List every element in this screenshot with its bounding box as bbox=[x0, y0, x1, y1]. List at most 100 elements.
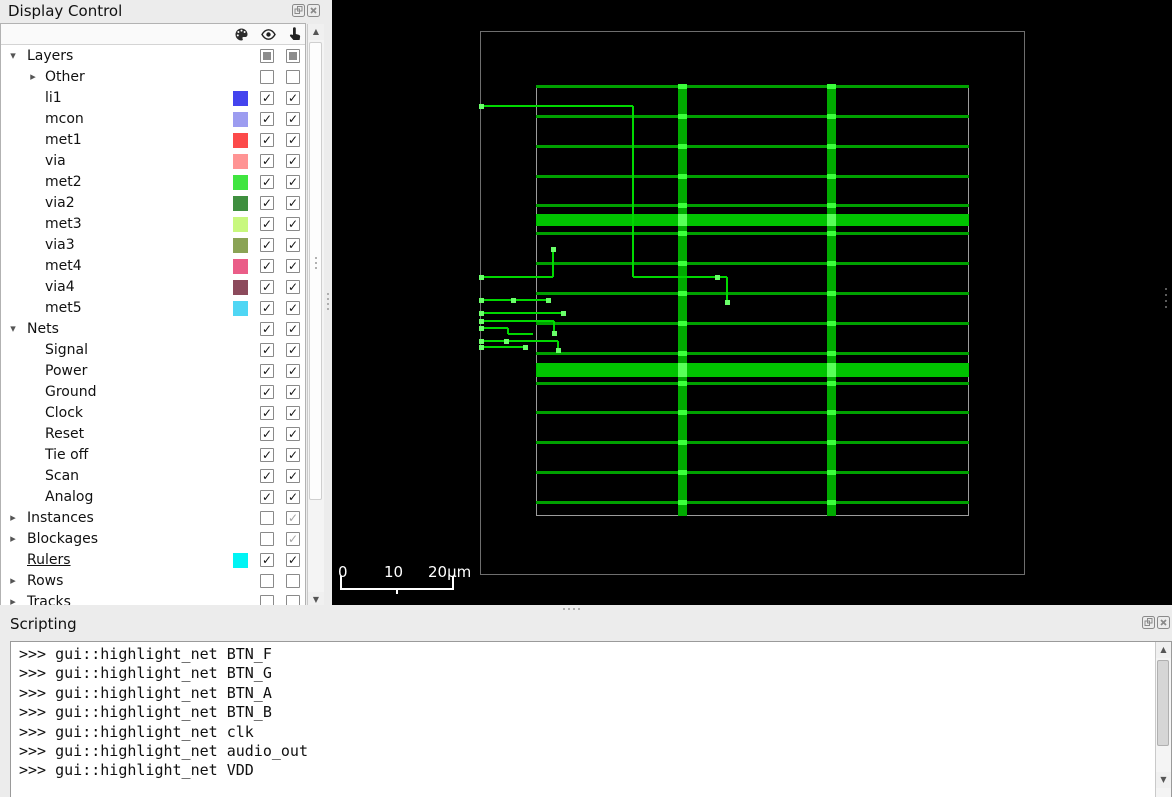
selectable-checkbox-blockages[interactable]: ✓ bbox=[286, 532, 300, 546]
selectable-checkbox-met1[interactable]: ✓ bbox=[286, 133, 300, 147]
selectable-checkbox-met2[interactable]: ✓ bbox=[286, 175, 300, 189]
visibility-checkbox-li1[interactable]: ✓ bbox=[260, 91, 274, 105]
console-scrollbar[interactable]: ▲ ▼ bbox=[1155, 642, 1171, 797]
tree-row-rulers[interactable]: Rulers ✓ ✓ bbox=[1, 550, 305, 571]
visibility-checkbox-met4[interactable]: ✓ bbox=[260, 259, 274, 273]
selectable-checkbox-ground[interactable]: ✓ bbox=[286, 385, 300, 399]
tree-row-signal[interactable]: Signal ✓ ✓ bbox=[1, 340, 305, 361]
visibility-checkbox-other[interactable] bbox=[260, 70, 274, 84]
visibility-checkbox-nets[interactable]: ✓ bbox=[260, 322, 274, 336]
visibility-checkbox-blockages[interactable] bbox=[260, 532, 274, 546]
tree-row-via3[interactable]: via3 ✓ ✓ bbox=[1, 235, 305, 256]
selectable-checkbox-analog[interactable]: ✓ bbox=[286, 490, 300, 504]
tree-row-clock[interactable]: Clock ✓ ✓ bbox=[1, 403, 305, 424]
color-swatch-met3[interactable] bbox=[233, 217, 248, 232]
collapse-arrow-icon[interactable]: ▾ bbox=[7, 49, 19, 62]
visibility-checkbox-met1[interactable]: ✓ bbox=[260, 133, 274, 147]
selectable-checkbox-li1[interactable]: ✓ bbox=[286, 91, 300, 105]
tree-row-met3[interactable]: met3 ✓ ✓ bbox=[1, 214, 305, 235]
selectable-checkbox-clock[interactable]: ✓ bbox=[286, 406, 300, 420]
color-swatch-via4[interactable] bbox=[233, 280, 248, 295]
float-window-icon[interactable] bbox=[292, 4, 305, 17]
selectable-checkbox-scan[interactable]: ✓ bbox=[286, 469, 300, 483]
tree-row-met2[interactable]: met2 ✓ ✓ bbox=[1, 172, 305, 193]
visibility-checkbox-tie-off[interactable]: ✓ bbox=[260, 448, 274, 462]
visibility-checkbox-rulers[interactable]: ✓ bbox=[260, 553, 274, 567]
selectable-checkbox-tie-off[interactable]: ✓ bbox=[286, 448, 300, 462]
tree-row-tie-off[interactable]: Tie off ✓ ✓ bbox=[1, 445, 305, 466]
tree-row-via2[interactable]: via2 ✓ ✓ bbox=[1, 193, 305, 214]
visibility-checkbox-rows[interactable] bbox=[260, 574, 274, 588]
float-window-icon[interactable] bbox=[1142, 616, 1155, 629]
selectable-checkbox-via3[interactable]: ✓ bbox=[286, 238, 300, 252]
color-swatch-met5[interactable] bbox=[233, 301, 248, 316]
scroll-down-icon[interactable]: ▼ bbox=[1156, 772, 1171, 788]
selectable-checkbox-via4[interactable]: ✓ bbox=[286, 280, 300, 294]
tree-row-scan[interactable]: Scan ✓ ✓ bbox=[1, 466, 305, 487]
visibility-checkbox-met2[interactable]: ✓ bbox=[260, 175, 274, 189]
selectable-checkbox-met4[interactable]: ✓ bbox=[286, 259, 300, 273]
color-swatch-via3[interactable] bbox=[233, 238, 248, 253]
selectable-checkbox-reset[interactable]: ✓ bbox=[286, 427, 300, 441]
selectable-checkbox-signal[interactable]: ✓ bbox=[286, 343, 300, 357]
tree-row-analog[interactable]: Analog ✓ ✓ bbox=[1, 487, 305, 508]
color-swatch-li1[interactable] bbox=[233, 91, 248, 106]
close-icon[interactable] bbox=[1157, 616, 1170, 629]
scripting-console[interactable]: >>> gui::highlight_net BTN_F >>> gui::hig… bbox=[10, 641, 1172, 797]
tree-row-via4[interactable]: via4 ✓ ✓ bbox=[1, 277, 305, 298]
tree-row-met1[interactable]: met1 ✓ ✓ bbox=[1, 130, 305, 151]
expand-arrow-icon[interactable]: ▸ bbox=[7, 511, 19, 524]
visibility-checkbox-via[interactable]: ✓ bbox=[260, 154, 274, 168]
tree-row-li1[interactable]: li1 ✓ ✓ bbox=[1, 88, 305, 109]
tree-row-mcon[interactable]: mcon ✓ ✓ bbox=[1, 109, 305, 130]
selectable-checkbox-layers[interactable] bbox=[286, 49, 300, 63]
tree-row-rows[interactable]: ▸ Rows bbox=[1, 571, 305, 592]
tree-row-other[interactable]: ▸ Other bbox=[1, 67, 305, 88]
tree-row-layers[interactable]: ▾ Layers bbox=[1, 46, 305, 67]
visibility-checkbox-ground[interactable]: ✓ bbox=[260, 385, 274, 399]
horizontal-splitter[interactable] bbox=[0, 605, 1172, 613]
tree-row-nets[interactable]: ▾ Nets ✓ ✓ bbox=[1, 319, 305, 340]
collapse-arrow-icon[interactable]: ▾ bbox=[7, 322, 19, 335]
selectable-checkbox-instances[interactable]: ✓ bbox=[286, 511, 300, 525]
color-swatch-rulers[interactable] bbox=[233, 553, 248, 568]
selectable-checkbox-via[interactable]: ✓ bbox=[286, 154, 300, 168]
selectable-checkbox-power[interactable]: ✓ bbox=[286, 364, 300, 378]
visibility-checkbox-clock[interactable]: ✓ bbox=[260, 406, 274, 420]
scripting-titlebar[interactable]: Scripting bbox=[0, 613, 1172, 637]
selectable-checkbox-via2[interactable]: ✓ bbox=[286, 196, 300, 210]
vertical-splitter[interactable] bbox=[324, 0, 332, 612]
scroll-up-icon[interactable]: ▲ bbox=[308, 24, 324, 40]
visibility-checkbox-scan[interactable]: ✓ bbox=[260, 469, 274, 483]
color-swatch-mcon[interactable] bbox=[233, 112, 248, 127]
visibility-checkbox-mcon[interactable]: ✓ bbox=[260, 112, 274, 126]
visibility-checkbox-via3[interactable]: ✓ bbox=[260, 238, 274, 252]
selectable-checkbox-rulers[interactable]: ✓ bbox=[286, 553, 300, 567]
tree-scrollbar[interactable]: ▲ ▼ bbox=[307, 24, 324, 608]
close-icon[interactable] bbox=[307, 4, 320, 17]
color-swatch-met2[interactable] bbox=[233, 175, 248, 190]
tree-scrollbar-thumb[interactable] bbox=[309, 42, 322, 500]
color-swatch-met4[interactable] bbox=[233, 259, 248, 274]
visibility-checkbox-met5[interactable]: ✓ bbox=[260, 301, 274, 315]
tree-row-ground[interactable]: Ground ✓ ✓ bbox=[1, 382, 305, 403]
visibility-checkbox-analog[interactable]: ✓ bbox=[260, 490, 274, 504]
visibility-checkbox-met3[interactable]: ✓ bbox=[260, 217, 274, 231]
color-swatch-via2[interactable] bbox=[233, 196, 248, 211]
color-swatch-met1[interactable] bbox=[233, 133, 248, 148]
visibility-checkbox-signal[interactable]: ✓ bbox=[260, 343, 274, 357]
display-control-titlebar[interactable]: Display Control bbox=[0, 0, 324, 22]
selectable-checkbox-mcon[interactable]: ✓ bbox=[286, 112, 300, 126]
expand-arrow-icon[interactable]: ▸ bbox=[7, 574, 19, 587]
visibility-checkbox-reset[interactable]: ✓ bbox=[260, 427, 274, 441]
console-scrollbar-thumb[interactable] bbox=[1157, 660, 1169, 746]
selectable-checkbox-rows[interactable] bbox=[286, 574, 300, 588]
layout-viewer-canvas[interactable]: 0 10 20µm bbox=[332, 0, 1172, 605]
tree-row-reset[interactable]: Reset ✓ ✓ bbox=[1, 424, 305, 445]
color-swatch-via[interactable] bbox=[233, 154, 248, 169]
tree-row-instances[interactable]: ▸ Instances ✓ bbox=[1, 508, 305, 529]
selectable-checkbox-met5[interactable]: ✓ bbox=[286, 301, 300, 315]
expand-arrow-icon[interactable]: ▸ bbox=[27, 70, 39, 83]
visibility-checkbox-via4[interactable]: ✓ bbox=[260, 280, 274, 294]
tree-row-power[interactable]: Power ✓ ✓ bbox=[1, 361, 305, 382]
